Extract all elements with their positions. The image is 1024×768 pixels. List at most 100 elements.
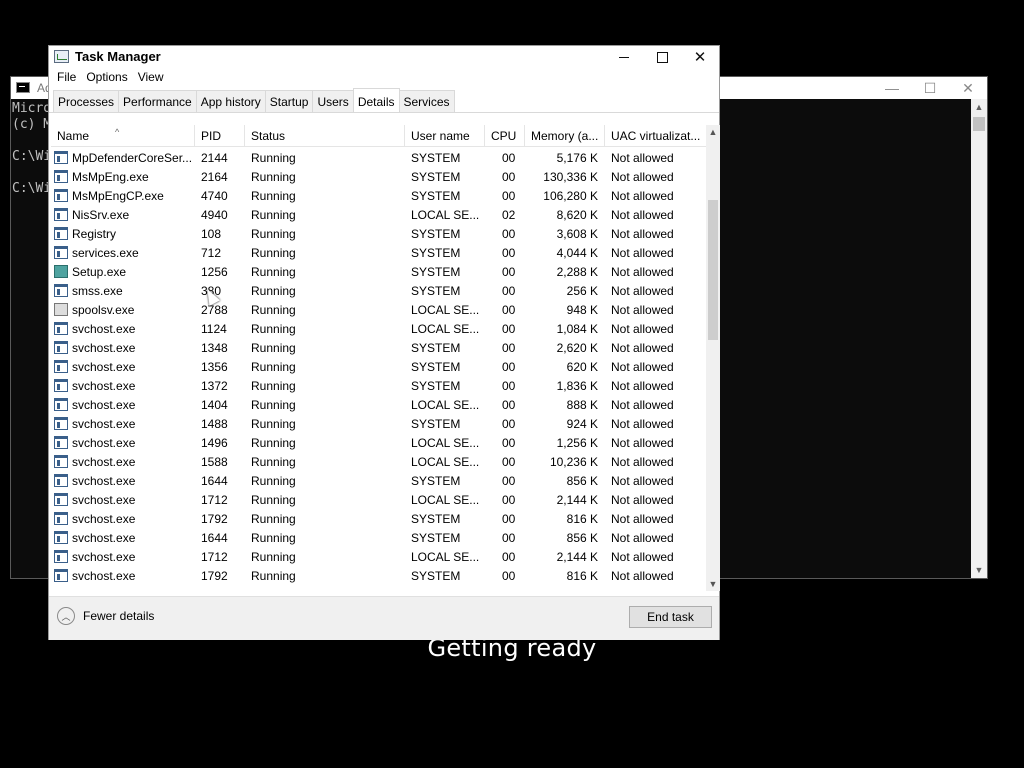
process-cpu: 00	[502, 284, 516, 298]
column-header-name[interactable]: Name ^	[51, 125, 195, 147]
process-uac: Not allowed	[611, 360, 674, 374]
table-row[interactable]: svchost.exe 1356 Running SYSTEM 00 620 K Not a…	[51, 358, 706, 377]
menu-view[interactable]: View	[133, 68, 169, 87]
process-status: Running	[251, 512, 296, 526]
process-memory: 4,044 K	[556, 246, 598, 260]
process-name: svchost.exe	[72, 455, 136, 469]
process-pid: 2164	[201, 170, 228, 184]
tab-performance[interactable]: Performance	[118, 90, 197, 112]
scroll-down-icon[interactable]: ▼	[706, 577, 720, 591]
sort-ascending-icon: ^	[115, 127, 120, 137]
table-row[interactable]: svchost.exe 1404 Running LOCAL SE... 00 888 K…	[51, 396, 706, 415]
table-scrollbar[interactable]: ▲ ▼	[706, 125, 720, 591]
table-row[interactable]: MpDefenderCoreSer... 2144 Running SYSTEM 00 5…	[51, 149, 706, 168]
process-cpu: 00	[502, 341, 516, 355]
process-status: Running	[251, 189, 296, 203]
process-status: Running	[251, 227, 296, 241]
tab-users[interactable]: Users	[312, 90, 354, 112]
column-header-user-name[interactable]: User name	[405, 125, 485, 147]
process-name: svchost.exe	[72, 550, 136, 564]
tab-services[interactable]: Services	[398, 90, 455, 112]
console-close-button[interactable]: ✕	[949, 77, 987, 99]
process-memory: 2,144 K	[556, 493, 598, 507]
task-manager-titlebar[interactable]: Task Manager ✕	[49, 46, 719, 68]
process-uac: Not allowed	[611, 379, 674, 393]
process-uac: Not allowed	[611, 341, 674, 355]
exe-icon	[54, 170, 68, 183]
process-user: SYSTEM	[411, 417, 461, 431]
scroll-thumb[interactable]	[708, 200, 718, 340]
table-row[interactable]: svchost.exe 1792 Running SYSTEM 00 816 K Not a…	[51, 567, 706, 586]
menu-file[interactable]: File	[52, 68, 81, 87]
process-name: svchost.exe	[72, 436, 136, 450]
table-row[interactable]: NisSrv.exe 4940 Running LOCAL SE... 02 8,620 …	[51, 206, 706, 225]
console-minimize-button[interactable]: —	[873, 77, 911, 99]
table-row[interactable]: svchost.exe 1488 Running SYSTEM 00 924 K Not a…	[51, 415, 706, 434]
scroll-up-icon[interactable]: ▲	[706, 125, 720, 139]
process-name: svchost.exe	[72, 474, 136, 488]
process-name: svchost.exe	[72, 569, 136, 583]
column-header-status[interactable]: Status	[245, 125, 405, 147]
table-row[interactable]: svchost.exe 1496 Running LOCAL SE... 00 1,256…	[51, 434, 706, 453]
maximize-button[interactable]	[643, 46, 681, 68]
process-name: smss.exe	[72, 284, 123, 298]
table-row[interactable]: Setup.exe 1256 Running SYSTEM 00 2,288 K Not a…	[51, 263, 706, 282]
exe-icon	[54, 550, 68, 563]
tab-app-history[interactable]: App history	[195, 90, 266, 112]
table-row[interactable]: svchost.exe 1712 Running LOCAL SE... 00 2,144…	[51, 491, 706, 510]
minimize-button[interactable]	[605, 46, 643, 68]
table-row[interactable]: smss.exe 380 Running SYSTEM 00 256 K Not allow…	[51, 282, 706, 301]
table-row[interactable]: services.exe 712 Running SYSTEM 00 4,044 K Not…	[51, 244, 706, 263]
table-row[interactable]: svchost.exe 1348 Running SYSTEM 00 2,620 K Not…	[51, 339, 706, 358]
process-cpu: 00	[502, 493, 516, 507]
menu-bar: File Options View	[49, 68, 169, 87]
process-cpu: 02	[502, 208, 516, 222]
process-user: LOCAL SE...	[411, 436, 480, 450]
tab-bar: Processes Performance App history Startu…	[49, 88, 719, 113]
table-row[interactable]: MsMpEng.exe 2164 Running SYSTEM 00 130,336 K N…	[51, 168, 706, 187]
scroll-up-icon[interactable]: ▲	[971, 99, 987, 115]
process-user: LOCAL SE...	[411, 493, 480, 507]
column-header-pid[interactable]: PID	[195, 125, 245, 147]
scroll-down-icon[interactable]: ▼	[971, 562, 987, 578]
table-row[interactable]: svchost.exe 1588 Running LOCAL SE... 00 10,23…	[51, 453, 706, 472]
process-uac: Not allowed	[611, 265, 674, 279]
exe-icon	[54, 227, 68, 240]
column-header-cpu[interactable]: CPU	[485, 125, 525, 147]
column-header-uac-virtualization[interactable]: UAC virtualizat...	[605, 125, 706, 147]
table-row[interactable]: svchost.exe 1644 Running SYSTEM 00 856 K Not a…	[51, 529, 706, 548]
exe-icon	[54, 436, 68, 449]
process-pid: 1712	[201, 493, 228, 507]
table-row[interactable]: spoolsv.exe 2788 Running LOCAL SE... 00 948 K…	[51, 301, 706, 320]
process-memory: 1,084 K	[556, 322, 598, 336]
tab-processes[interactable]: Processes	[53, 90, 120, 112]
process-uac: Not allowed	[611, 208, 674, 222]
table-row[interactable]: svchost.exe 1712 Running LOCAL SE... 00 2,144…	[51, 548, 706, 567]
scroll-thumb[interactable]	[973, 117, 985, 131]
menu-options[interactable]: Options	[81, 68, 132, 87]
close-button[interactable]: ✕	[681, 46, 719, 68]
console-scrollbar[interactable]: ▲ ▼	[971, 99, 987, 578]
fewer-details-button[interactable]: ︿ Fewer details	[57, 607, 154, 625]
process-status: Running	[251, 303, 296, 317]
table-row[interactable]: svchost.exe 1124 Running LOCAL SE... 00 1,084…	[51, 320, 706, 339]
process-cpu: 00	[502, 227, 516, 241]
table-row[interactable]: svchost.exe 1644 Running SYSTEM 00 856 K Not a…	[51, 472, 706, 491]
footer-bar: ︿ Fewer details End task	[49, 596, 719, 640]
process-name: svchost.exe	[72, 493, 136, 507]
table-row[interactable]: Registry 108 Running SYSTEM 00 3,608 K Not all…	[51, 225, 706, 244]
exe-icon	[54, 360, 68, 373]
tab-details[interactable]: Details	[352, 88, 400, 112]
console-maximize-button[interactable]: ☐	[911, 77, 949, 99]
process-cpu: 00	[502, 379, 516, 393]
table-row[interactable]: MsMpEngCP.exe 4740 Running SYSTEM 00 106,280 …	[51, 187, 706, 206]
tab-startup[interactable]: Startup	[264, 90, 314, 112]
end-task-button[interactable]: End task	[629, 606, 712, 628]
table-row[interactable]: svchost.exe 1372 Running SYSTEM 00 1,836 K Not…	[51, 377, 706, 396]
exe-icon	[54, 455, 68, 468]
process-uac: Not allowed	[611, 512, 674, 526]
process-status: Running	[251, 341, 296, 355]
column-header-memory[interactable]: Memory (a...	[525, 125, 605, 147]
table-row[interactable]: svchost.exe 1792 Running SYSTEM 00 816 K Not a…	[51, 510, 706, 529]
process-memory: 2,288 K	[556, 265, 598, 279]
